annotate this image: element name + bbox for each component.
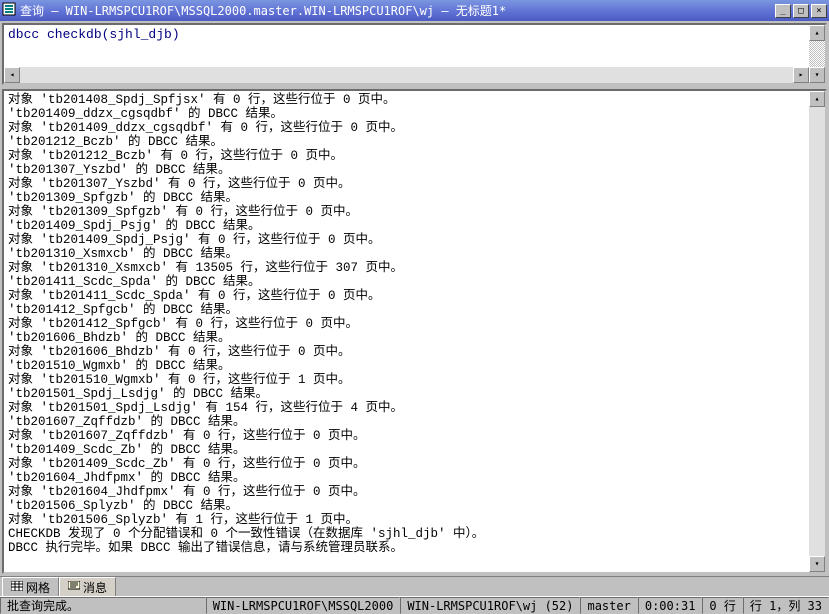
query-text[interactable]: dbcc checkdb(sjhl_djb) [4, 25, 825, 44]
statusbar: 批查询完成。 WIN-LRMSPCU1ROF\MSSQL2000 WIN-LRM… [0, 596, 829, 614]
close-button[interactable]: × [811, 4, 827, 18]
status-user: WIN-LRMSPCU1ROF\wj (52) [400, 597, 580, 614]
results-pane: 对象 'tb201408_Spdj_Spfjsx' 有 0 行，这些行位于 0 … [2, 89, 827, 574]
results-vscrollbar[interactable]: ▴ ▾ [809, 91, 825, 572]
query-hscrollbar[interactable]: ◂ ▸ [4, 67, 809, 83]
status-db: master [580, 597, 637, 614]
scroll-track[interactable] [20, 67, 793, 83]
scroll-down-icon[interactable]: ▾ [809, 67, 825, 83]
window-buttons: _ □ × [775, 4, 827, 18]
status-server: WIN-LRMSPCU1ROF\MSSQL2000 [206, 597, 401, 614]
app-icon [2, 2, 16, 19]
scroll-track[interactable] [809, 41, 825, 67]
query-editor-pane[interactable]: dbcc checkdb(sjhl_djb) ▴ ▾ ◂ ▸ [2, 23, 827, 85]
status-pos: 行 1，列 33 [743, 597, 829, 614]
status-rows: 0 行 [702, 597, 742, 614]
messages-icon [68, 581, 80, 594]
minimize-button[interactable]: _ [775, 4, 791, 18]
results-text[interactable]: 对象 'tb201408_Spdj_Spfjsx' 有 0 行，这些行位于 0 … [4, 91, 825, 557]
scroll-right-icon[interactable]: ▸ [793, 67, 809, 83]
window-title: 查询 — WIN-LRMSPCU1ROF\MSSQL2000.master.WI… [20, 2, 775, 19]
scroll-track[interactable] [809, 107, 825, 556]
tab-messages-label: 消息 [83, 579, 107, 596]
titlebar: 查询 — WIN-LRMSPCU1ROF\MSSQL2000.master.WI… [0, 0, 829, 21]
tab-messages[interactable]: 消息 [59, 577, 116, 597]
scroll-down-icon[interactable]: ▾ [809, 556, 825, 572]
maximize-button[interactable]: □ [793, 4, 809, 18]
scroll-up-icon[interactable]: ▴ [809, 25, 825, 41]
status-time: 0:00:31 [638, 597, 703, 614]
scroll-up-icon[interactable]: ▴ [809, 91, 825, 107]
status-main: 批查询完成。 [0, 597, 206, 614]
query-vscrollbar[interactable]: ▴ ▾ [809, 25, 825, 83]
tabs-row: 网格 消息 [0, 576, 829, 596]
scroll-left-icon[interactable]: ◂ [4, 67, 20, 83]
tab-grid[interactable]: 网格 [2, 577, 59, 597]
tab-grid-label: 网格 [26, 579, 50, 596]
grid-icon [11, 581, 23, 594]
